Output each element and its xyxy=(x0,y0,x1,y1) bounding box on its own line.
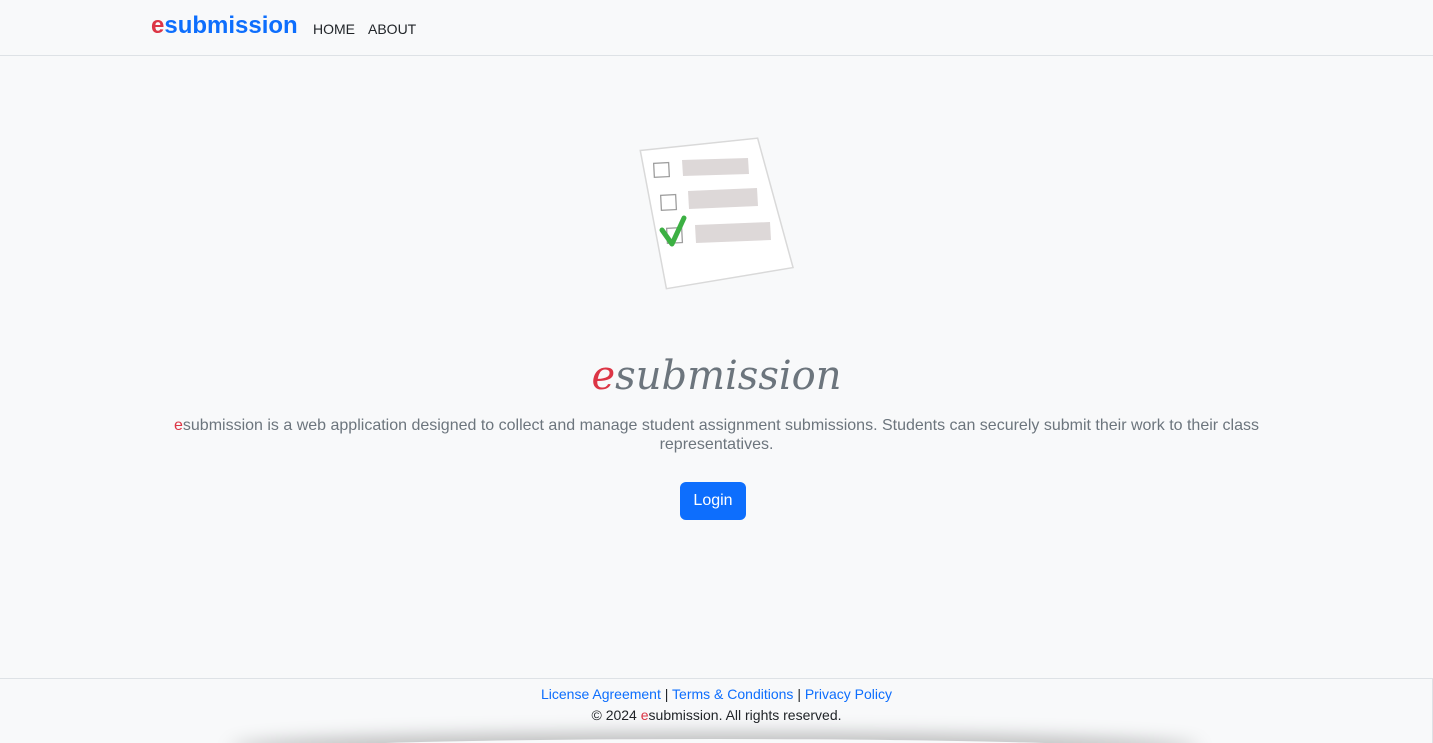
brand-text: submission xyxy=(164,12,298,39)
copyright-brand-text: submission xyxy=(648,707,719,723)
app-description: esubmission is a web application designe… xyxy=(170,416,1263,454)
privacy-policy-link[interactable]: Privacy Policy xyxy=(805,686,892,702)
brand-logo-link[interactable]: esubmission xyxy=(151,12,298,40)
brand-e: e xyxy=(151,12,165,39)
hero-title-text: submission xyxy=(615,353,842,399)
nav-about-link[interactable]: ABOUT xyxy=(368,21,416,37)
copyright-suffix: . All rights reserved. xyxy=(718,707,842,723)
copyright-prefix: © 2024 xyxy=(591,707,641,723)
footer-separator: | xyxy=(797,686,801,702)
navbar: esubmission HOME ABOUT xyxy=(0,0,1433,56)
checklist-document-icon xyxy=(632,134,802,292)
copyright-brand-e: e xyxy=(640,707,649,723)
terms-conditions-link[interactable]: Terms & Conditions xyxy=(672,686,793,702)
hero-title: esubmission xyxy=(0,348,1433,404)
description-text: submission is a web application designed… xyxy=(182,417,1259,453)
footer-separator: | xyxy=(664,686,669,702)
nav-home-link[interactable]: HOME xyxy=(313,21,355,37)
footer-links: License Agreement | Terms & Conditions |… xyxy=(0,686,1433,702)
login-button[interactable]: Login xyxy=(680,482,746,520)
hero-title-e: e xyxy=(591,353,616,399)
description-e: e xyxy=(173,417,183,434)
copyright-text: © 2024 esubmission. All rights reserved. xyxy=(0,707,1433,723)
footer-shadow xyxy=(230,739,1200,743)
license-agreement-link[interactable]: License Agreement xyxy=(541,686,661,702)
footer: License Agreement | Terms & Conditions |… xyxy=(0,678,1433,743)
